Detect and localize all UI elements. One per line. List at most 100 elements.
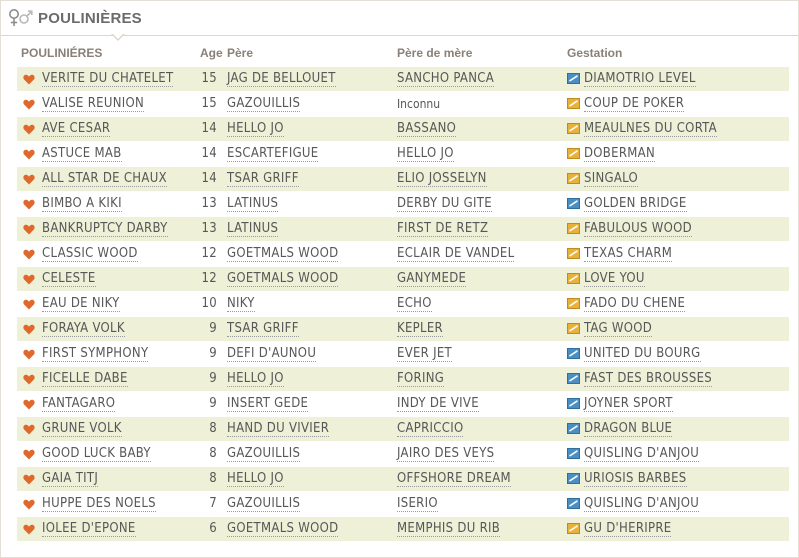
gestation-stallion-link[interactable]: COUP DE POKER: [584, 96, 685, 112]
gestation-icon: [567, 273, 580, 284]
gestation-stallion-link[interactable]: MEAULNES DU CORTA: [584, 121, 717, 137]
gestation-icon: [567, 498, 580, 509]
mare-name-link[interactable]: FORAYA VOLK: [42, 321, 125, 337]
mare-name-link[interactable]: CELESTE: [42, 271, 96, 287]
gestation-stallion-link[interactable]: JOYNER SPORT: [584, 396, 673, 412]
sire-link[interactable]: ESCARTEFIGUE: [227, 146, 319, 162]
mare-name-link[interactable]: IOLEE D'EPONE: [42, 521, 136, 537]
table-row: FIRST SYMPHONY 9 DEFI D'AUNOU EVER JET U…: [17, 342, 789, 366]
gestation-icon: [567, 398, 580, 409]
mare-age: 9: [209, 346, 217, 361]
panel-title: POULINIÈRES: [38, 10, 142, 27]
mare-name-link[interactable]: ALL STAR DE CHAUX: [42, 171, 167, 187]
sire-link[interactable]: JAG DE BELLOUET: [227, 71, 336, 87]
heart-icon: [23, 274, 35, 285]
sire-link[interactable]: INSERT GEDE: [227, 396, 309, 412]
gestation-stallion-link[interactable]: GOLDEN BRIDGE: [584, 196, 687, 212]
mare-name-link[interactable]: VERITE DU CHATELET: [42, 71, 174, 87]
gestation-stallion-link[interactable]: URIOSIS BARBES: [584, 471, 687, 487]
table-row: AVE CESAR 14 HELLO JO BASSANO MEAULNES D…: [17, 117, 789, 141]
sire-link[interactable]: GAZOUILLIS: [227, 496, 301, 512]
gestation-stallion-link[interactable]: QUISLING D'ANJOU: [584, 446, 700, 462]
mare-age: 13: [201, 221, 217, 236]
mare-age: 9: [209, 321, 217, 336]
gestation-stallion-link[interactable]: FADO DU CHENE: [584, 296, 686, 312]
column-header-pere: Père: [227, 46, 254, 60]
gestation-stallion-link[interactable]: GU D'HERIPRE: [584, 521, 672, 537]
mare-name-link[interactable]: AVE CESAR: [42, 121, 111, 137]
sire-link[interactable]: GOETMALS WOOD: [227, 521, 339, 537]
dam-sire-link[interactable]: FIRST DE RETZ: [397, 221, 489, 237]
sire-link[interactable]: HELLO JO: [227, 121, 284, 137]
mare-name-link[interactable]: GAIA TITJ: [42, 471, 99, 487]
gestation-stallion-link[interactable]: DIAMOTRIO LEVEL: [584, 71, 696, 87]
dam-sire-link[interactable]: OFFSHORE DREAM: [397, 471, 511, 487]
dam-sire-link[interactable]: CAPRICCIO: [397, 421, 464, 437]
column-header-name: POULINIÉRES: [21, 46, 103, 60]
dam-sire-link[interactable]: BASSANO: [397, 121, 457, 137]
gestation-stallion-link[interactable]: QUISLING D'ANJOU: [584, 496, 700, 512]
sire-link[interactable]: HAND DU VIVIER: [227, 421, 330, 437]
gestation-stallion-link[interactable]: TEXAS CHARM: [584, 246, 673, 262]
sire-link[interactable]: HELLO JO: [227, 371, 284, 387]
sire-link[interactable]: GAZOUILLIS: [227, 96, 301, 112]
dam-sire-link[interactable]: MEMPHIS DU RIB: [397, 521, 501, 537]
mare-name-link[interactable]: FIRST SYMPHONY: [42, 346, 149, 362]
mare-name-link[interactable]: BANKRUPTCY DARBY: [42, 221, 168, 237]
dam-sire-link[interactable]: SANCHO PANCA: [397, 71, 495, 87]
mare-name-link[interactable]: HUPPE DES NOELS: [42, 496, 156, 512]
gestation-stallion-link[interactable]: FAST DES BROUSSES: [584, 371, 713, 387]
dam-sire-link[interactable]: KEPLER: [397, 321, 443, 337]
sire-link[interactable]: LATINUS: [227, 196, 279, 212]
dam-sire-link[interactable]: ELIO JOSSELYN: [397, 171, 487, 187]
mare-name-link[interactable]: GOOD LUCK BABY: [42, 446, 151, 462]
dam-sire-link[interactable]: INDY DE VIVE: [397, 396, 479, 412]
heart-icon: [23, 474, 35, 485]
heart-icon: [23, 449, 35, 460]
gestation-stallion-link[interactable]: DRAGON BLUE: [584, 421, 673, 437]
table-row: GRUNE VOLK 8 HAND DU VIVIER CAPRICCIO DR…: [17, 417, 789, 441]
gestation-icon: [567, 73, 580, 84]
table-row: GAIA TITJ 8 HELLO JO OFFSHORE DREAM URIO…: [17, 467, 789, 491]
sire-link[interactable]: LATINUS: [227, 221, 279, 237]
sire-link[interactable]: GOETMALS WOOD: [227, 271, 339, 287]
gestation-stallion-link[interactable]: UNITED DU BOURG: [584, 346, 701, 362]
mare-age: 9: [209, 396, 217, 411]
gestation-stallion-link[interactable]: FABULOUS WOOD: [584, 221, 692, 237]
dam-sire-link[interactable]: ECLAIR DE VANDEL: [397, 246, 515, 262]
dam-sire-link[interactable]: FORING: [397, 371, 445, 387]
sire-link[interactable]: GOETMALS WOOD: [227, 246, 339, 262]
mare-age: 8: [209, 471, 217, 486]
gestation-stallion-link[interactable]: LOVE YOU: [584, 271, 645, 287]
mare-name-link[interactable]: VALISE REUNION: [42, 96, 145, 112]
sire-link[interactable]: DEFI D'AUNOU: [227, 346, 317, 362]
mare-age: 12: [201, 246, 217, 261]
dam-sire-link[interactable]: DERBY DU GITE: [397, 196, 492, 212]
mare-name-link[interactable]: EAU DE NIKY: [42, 296, 120, 312]
table-row: BIMBO A KIKI 13 LATINUS DERBY DU GITE GO…: [17, 192, 789, 216]
dam-sire-link[interactable]: GANYMEDE: [397, 271, 467, 287]
mare-name-link[interactable]: BIMBO A KIKI: [42, 196, 122, 212]
mare-name-link[interactable]: GRUNE VOLK: [42, 421, 122, 437]
dam-sire-link[interactable]: EVER JET: [397, 346, 452, 362]
dam-sire-link[interactable]: JAIRO DES VEYS: [397, 446, 495, 462]
dam-sire-link[interactable]: ISERIO: [397, 496, 438, 512]
gestation-stallion-link[interactable]: SINGALO: [584, 171, 639, 187]
mare-name-link[interactable]: CLASSIC WOOD: [42, 246, 138, 262]
table-row: CLASSIC WOOD 12 GOETMALS WOOD ECLAIR DE …: [17, 242, 789, 266]
gestation-stallion-link[interactable]: DOBERMAN: [584, 146, 655, 162]
sire-link[interactable]: GAZOUILLIS: [227, 446, 301, 462]
mare-name-link[interactable]: FANTAGARO: [42, 396, 116, 412]
gestation-icon: [567, 473, 580, 484]
sire-link[interactable]: TSAR GRIFF: [227, 321, 299, 337]
sire-link[interactable]: TSAR GRIFF: [227, 171, 299, 187]
sire-link[interactable]: HELLO JO: [227, 471, 284, 487]
mare-name-link[interactable]: FICELLE DABE: [42, 371, 128, 387]
mare-name-link[interactable]: ASTUCE MAB: [42, 146, 122, 162]
dam-sire-link[interactable]: ECHO: [397, 296, 432, 312]
dam-sire-link[interactable]: HELLO JO: [397, 146, 454, 162]
gestation-icon: [567, 523, 580, 534]
gestation-stallion-link[interactable]: TAG WOOD: [584, 321, 653, 337]
gestation-icon: [567, 148, 580, 159]
sire-link[interactable]: NIKY: [227, 296, 255, 312]
